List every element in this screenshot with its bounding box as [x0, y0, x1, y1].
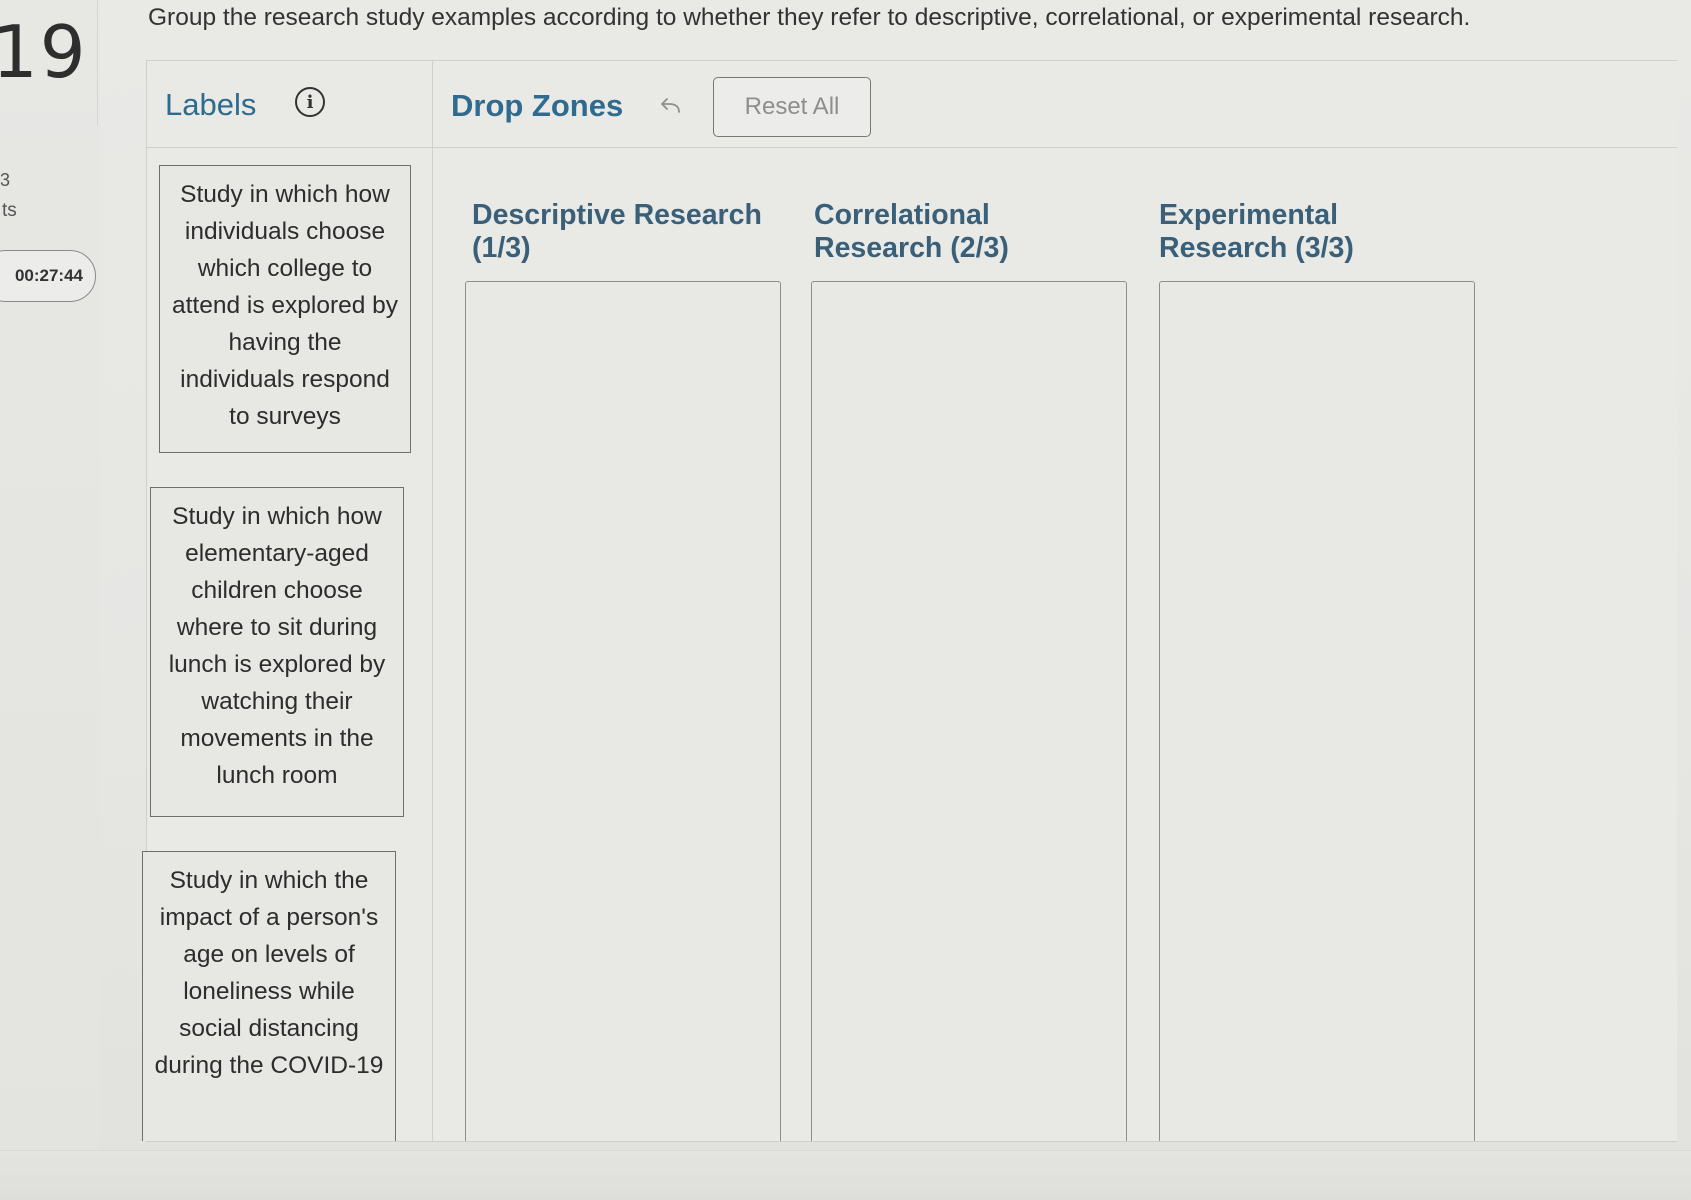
question-rail: 19 3 ts 00:27:44: [0, 0, 100, 1199]
undo-arrow-icon[interactable]: [655, 92, 685, 122]
rail-divider: [97, 0, 98, 125]
timer: 00:27:44: [0, 250, 96, 302]
timer-value: 00:27:44: [14, 266, 83, 285]
labels-column-divider: [432, 61, 433, 1141]
label-card[interactable]: Study in which how individuals choose wh…: [159, 165, 411, 453]
panel-header: Labels i Drop Zones Reset All: [147, 61, 1677, 148]
label-card-text: Study in which how individuals choose wh…: [171, 181, 399, 430]
drop-zone-correlational[interactable]: [811, 281, 1127, 1141]
drop-zones-heading: Drop Zones: [451, 88, 624, 123]
label-card-text: Study in which how elementary-aged child…: [168, 503, 386, 789]
drop-zone-descriptive[interactable]: [465, 281, 781, 1141]
info-icon[interactable]: i: [295, 87, 325, 117]
label-card[interactable]: Study in which the impact of a person's …: [142, 851, 396, 1141]
reset-all-button[interactable]: Reset All: [713, 77, 871, 137]
labels-heading: Labels: [165, 87, 257, 122]
question-instructions: Group the research study examples accord…: [148, 4, 1471, 31]
page-footer-area: [0, 1150, 1691, 1200]
zone-title-correlational: Correlational Research (2/3): [814, 199, 1009, 264]
label-card-text: Study in which the impact of a person's …: [154, 867, 384, 1079]
drop-zone-experimental[interactable]: [1159, 281, 1475, 1141]
drag-drop-panel: Labels i Drop Zones Reset All Study in w…: [142, 60, 1677, 1142]
label-card[interactable]: Study in which how elementary-aged child…: [150, 487, 404, 817]
points-fragment: 3: [0, 170, 11, 190]
points-label: ts: [2, 200, 17, 221]
zone-title-experimental: Experimental Research (3/3): [1159, 199, 1354, 264]
zone-title-descriptive: Descriptive Research (1/3): [472, 199, 762, 264]
question-number: 19: [0, 10, 88, 94]
